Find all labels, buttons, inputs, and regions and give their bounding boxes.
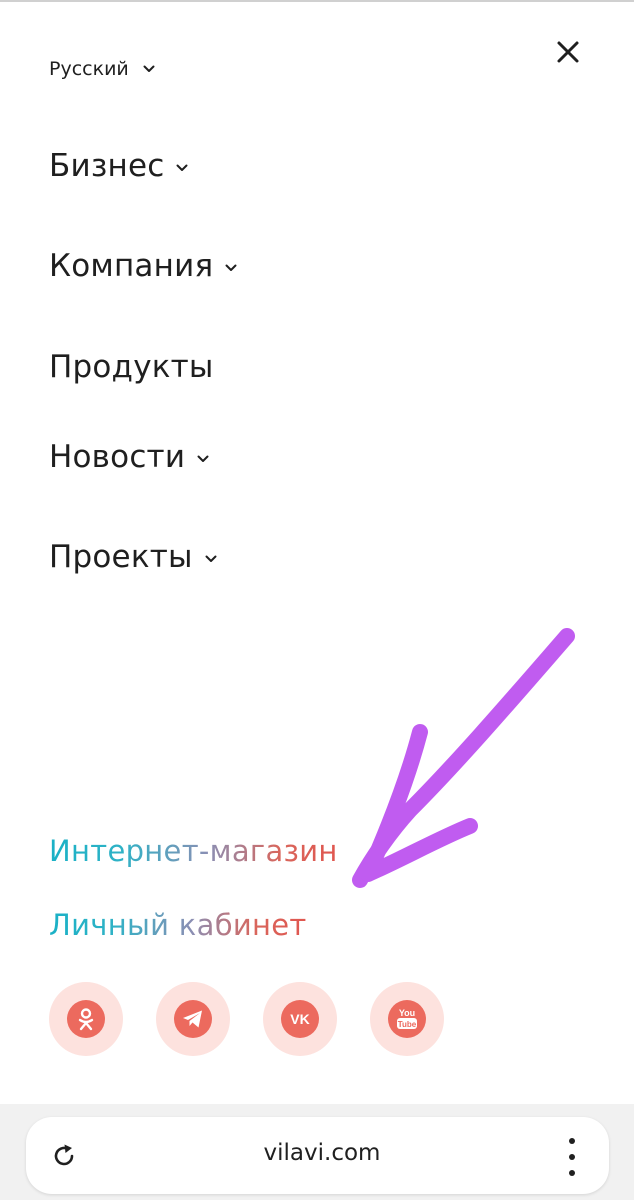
personal-account-link[interactable]: Личный кабинет [49, 908, 307, 942]
nav-item-label: Проекты [49, 539, 193, 575]
chevron-down-icon [197, 455, 209, 462]
online-shop-link[interactable]: Интернет-магазин [49, 834, 338, 868]
close-icon [557, 41, 579, 63]
nav-item-label: Продукты [49, 349, 214, 385]
language-label: Русский [49, 58, 129, 80]
svg-text:You: You [399, 1008, 415, 1018]
vk-icon: VK [290, 1011, 309, 1027]
telegram-icon [183, 1010, 202, 1028]
odnoklassniki-icon [78, 1008, 94, 1031]
more-vertical-icon[interactable] [564, 1138, 580, 1176]
language-select[interactable]: Русский [49, 58, 155, 80]
chevron-down-icon [225, 264, 237, 271]
nav-item-projects[interactable]: Проекты [49, 539, 217, 575]
svg-text:Tube: Tube [398, 1020, 417, 1029]
chevron-down-icon [176, 164, 188, 171]
nav-item-label: Компания [49, 248, 214, 284]
svg-text:VK: VK [290, 1011, 309, 1027]
nav-item-label: Новости [49, 439, 186, 475]
url-text[interactable]: vilavi.com [0, 1140, 634, 1166]
nav-item-company[interactable]: Компания [49, 248, 237, 284]
close-menu-button[interactable] [548, 32, 588, 72]
youtube-button[interactable]: You Tube [370, 982, 444, 1056]
nav-item-products[interactable]: Продукты [49, 349, 214, 385]
chevron-down-icon [143, 65, 155, 72]
nav-item-label: Бизнес [49, 148, 165, 184]
chevron-down-icon [205, 555, 217, 562]
social-links: VK You Tube [49, 982, 477, 1056]
nav-item-news[interactable]: Новости [49, 439, 209, 475]
top-divider [0, 0, 634, 2]
vk-button[interactable]: VK [263, 982, 337, 1056]
nav-item-business[interactable]: Бизнес [49, 148, 188, 184]
telegram-button[interactable] [156, 982, 230, 1056]
odnoklassniki-button[interactable] [49, 982, 123, 1056]
youtube-icon: You Tube [397, 1008, 417, 1029]
